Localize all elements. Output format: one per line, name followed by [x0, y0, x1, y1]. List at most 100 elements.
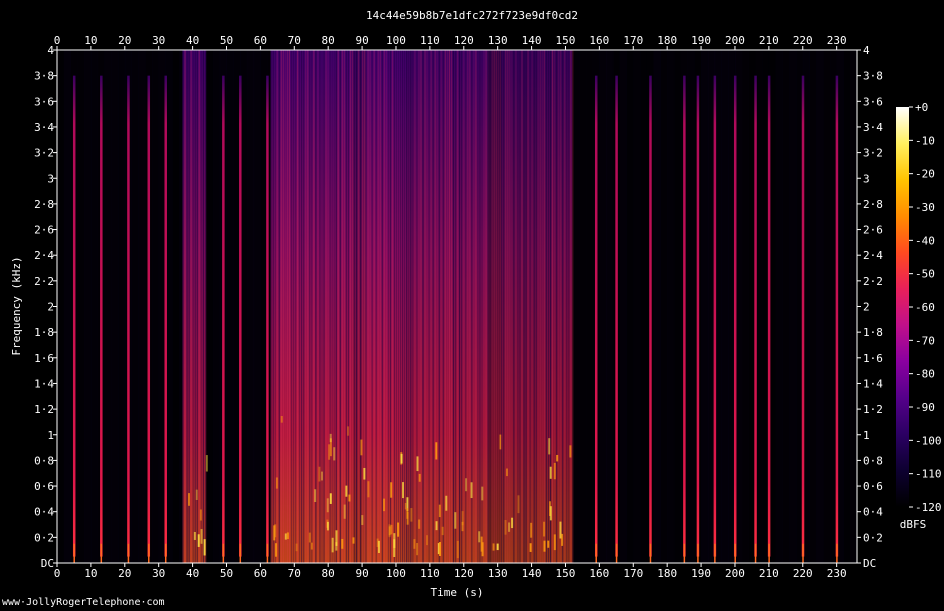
energy-blob — [286, 532, 289, 540]
speech-texture-stripe — [527, 50, 529, 563]
speech-texture-stripe — [560, 50, 562, 563]
colorbar-tick-label: -120 — [915, 501, 942, 514]
speech-texture-stripe — [305, 50, 307, 563]
speech-texture-stripe — [410, 50, 412, 563]
speech-texture-stripe — [327, 50, 329, 563]
x-tick-label-top: 150 — [556, 34, 576, 47]
speech-texture-stripe — [568, 50, 570, 563]
colorbar-tick-label: -20 — [915, 168, 935, 181]
background-column — [63, 50, 72, 563]
speech-texture-stripe — [547, 50, 550, 563]
speech-texture-stripe — [341, 50, 343, 563]
tone-line — [239, 75, 242, 557]
speech-texture-stripe — [473, 50, 475, 563]
y-tick-label-left: 2·6 — [34, 224, 54, 237]
x-tick-label-top: 230 — [827, 34, 847, 47]
energy-blob — [530, 522, 533, 538]
speech-texture-stripe — [533, 50, 535, 563]
y-tick-label-right: 1 — [863, 429, 870, 442]
speech-texture-stripe — [505, 50, 507, 563]
colorbar-tick-label: -70 — [915, 334, 935, 347]
x-tick-label-bottom: 110 — [420, 567, 440, 580]
speech-texture-stripe — [404, 50, 406, 563]
background-column — [619, 50, 627, 563]
speech-texture-stripe — [485, 50, 487, 563]
tone-line — [754, 75, 757, 557]
background-column — [775, 50, 783, 563]
energy-blob — [438, 504, 441, 518]
x-tick-label-bottom: 140 — [522, 567, 542, 580]
colorbar-tick-label: -100 — [915, 434, 942, 447]
background-column — [640, 50, 648, 563]
y-tick-label-right: 2·8 — [863, 198, 883, 211]
speech-texture-stripe — [335, 50, 337, 563]
tone-line — [801, 75, 805, 557]
energy-blob — [341, 538, 344, 549]
speech-texture-stripe — [501, 50, 503, 563]
tone-base — [734, 543, 736, 563]
energy-blob — [416, 543, 419, 556]
energy-blob — [205, 455, 208, 472]
energy-blob — [367, 481, 370, 498]
y-tick-label-right: 2 — [863, 301, 870, 314]
speech-texture-stripe — [355, 50, 358, 563]
speech-texture-stripe — [545, 50, 547, 563]
tone-line — [713, 75, 717, 557]
speech-texture-stripe — [315, 50, 317, 563]
tone-line — [72, 75, 76, 557]
tone-base — [239, 543, 242, 563]
speech-texture-stripe — [280, 50, 282, 563]
energy-blob — [441, 526, 444, 536]
speech-texture-stripe — [274, 50, 276, 563]
speech-texture-stripe — [491, 50, 493, 563]
x-tick-label-top: 80 — [322, 34, 335, 47]
tone-base — [266, 543, 269, 563]
speech-texture-stripe — [452, 50, 455, 563]
speech-texture-stripe — [182, 50, 184, 563]
speech-texture-stripe — [321, 50, 323, 563]
speech-texture-stripe — [422, 50, 424, 563]
tone-line — [100, 75, 103, 557]
speech-texture-stripe — [395, 50, 398, 563]
energy-blob — [314, 489, 317, 503]
energy-blob — [559, 521, 562, 539]
speech-texture-stripe — [325, 50, 327, 563]
speech-texture-stripe — [448, 50, 451, 563]
speech-texture-stripe — [297, 50, 299, 563]
x-tick-label-top: 110 — [420, 34, 440, 47]
speech-texture-stripe — [463, 50, 465, 563]
energy-blob — [553, 462, 556, 480]
background-column — [850, 50, 858, 563]
energy-blob — [360, 439, 363, 456]
speech-texture-stripe — [307, 50, 309, 563]
speech-texture-stripe — [517, 50, 519, 563]
speech-texture-stripe — [414, 50, 416, 563]
background-column — [84, 50, 92, 563]
energy-blob — [193, 531, 196, 540]
speech-texture-stripe — [333, 50, 335, 563]
speech-texture-stripe — [570, 50, 572, 563]
speech-texture-stripe — [398, 50, 400, 563]
chart-title: 14c44e59b8b7e1dfc272f723e9df0cd2 — [366, 9, 578, 22]
speech-texture-stripe — [555, 50, 558, 563]
speech-texture-stripe — [317, 50, 319, 563]
speech-texture-stripe — [311, 50, 313, 563]
y-tick-label-left: 0·6 — [34, 480, 54, 493]
energy-blob — [461, 521, 464, 532]
speech-texture-stripe — [337, 50, 339, 563]
speech-texture-stripe — [493, 50, 495, 563]
y-tick-label-right: 0·2 — [863, 531, 883, 544]
y-tick-label-right: 3·4 — [863, 121, 883, 134]
speech-texture-stripe — [434, 50, 436, 563]
background-column — [90, 50, 99, 563]
energy-blob — [517, 495, 520, 514]
background-column — [253, 50, 261, 563]
y-tick-label-left: 0·2 — [34, 531, 54, 544]
y-tick-label-left: 1·6 — [34, 352, 54, 365]
speech-texture-stripe — [479, 50, 481, 563]
speech-texture-stripe — [383, 50, 385, 563]
energy-blob — [393, 539, 396, 558]
tone-line — [222, 75, 225, 557]
y-tick-label-right: 1·4 — [863, 377, 883, 390]
speech-segment — [182, 50, 207, 563]
